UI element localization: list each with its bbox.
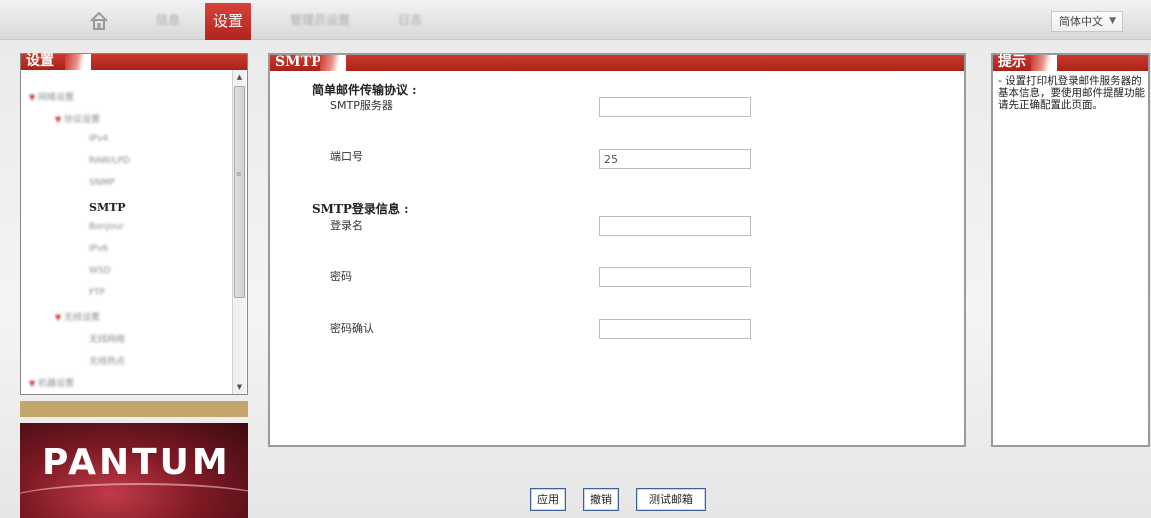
scroll-grip-icon: ≡ <box>236 170 242 178</box>
tree-item-bonjour[interactable]: Bonjour <box>89 222 124 232</box>
smtp-login-heading: SMTP登录信息 : <box>312 202 409 216</box>
scroll-up-arrow-icon[interactable]: ▲ <box>233 70 246 84</box>
settings-panel-title: 设置 <box>26 53 54 69</box>
gold-divider-bar <box>20 401 248 417</box>
login-name-label: 登录名 <box>330 219 363 232</box>
tree-item-wsd[interactable]: WSD <box>89 266 111 276</box>
tree-item-ipv6[interactable]: IPv6 <box>89 244 108 254</box>
language-select[interactable]: 简体中文 ▼ <box>1051 11 1123 32</box>
tree-item-protocol[interactable]: ▼ 协议设置 <box>55 112 100 125</box>
port-label: 端口号 <box>330 150 363 163</box>
logo-swoosh <box>20 483 248 518</box>
smtp-panel-title: SMTP <box>275 54 322 70</box>
help-panel-title: 提示 <box>998 54 1026 70</box>
tree-item-wireless-hotspot[interactable]: 无线热点 <box>89 354 125 367</box>
help-panel-header: 提示 <box>993 54 1148 71</box>
smtp-server-label: SMTP服务器 <box>330 99 393 112</box>
expand-triangle-icon: ▼ <box>29 379 36 388</box>
logo-wordmark: PANTUM <box>42 442 231 483</box>
password-input[interactable] <box>599 267 751 287</box>
tab-info[interactable]: 信息 <box>146 8 190 32</box>
header-curl-decoration <box>320 55 346 71</box>
port-input[interactable] <box>599 149 751 169</box>
home-icon[interactable] <box>90 12 108 30</box>
smtp-settings-panel: SMTP 简单邮件传输协议 : SMTP服务器 端口号 SMTP登录信息 : 登… <box>268 53 966 447</box>
pantum-logo: PANTUM <box>20 423 248 518</box>
header-curl-decoration <box>65 54 91 70</box>
tab-admin-settings[interactable]: 管理员设置 <box>278 8 362 32</box>
tree-item-network[interactable]: ▼ 网络设置 <box>29 90 74 103</box>
tab-settings[interactable]: 设置 <box>205 3 251 40</box>
scroll-down-arrow-icon[interactable]: ▼ <box>233 380 246 394</box>
apply-button[interactable]: 应用 <box>530 488 566 511</box>
settings-tree-panel: 设置 ▼ 网络设置 ▼ 协议设置 IPv4 RAW/LPD SNMP SMTP … <box>20 53 248 395</box>
tab-log[interactable]: 日志 <box>395 8 425 32</box>
tree-item-wireless-network[interactable]: 无线网络 <box>89 332 125 345</box>
settings-panel-header: 设置 <box>21 53 247 70</box>
smtp-protocol-heading: 简单邮件传输协议 : <box>312 83 417 97</box>
cancel-button[interactable]: 撤销 <box>583 488 619 511</box>
smtp-server-input[interactable] <box>599 97 751 117</box>
test-mail-button[interactable]: 测试邮箱 <box>636 488 706 511</box>
tree-item-machine[interactable]: ▼ 机器设置 <box>29 376 74 389</box>
language-value: 简体中文 <box>1059 15 1103 28</box>
tree-item-ftp[interactable]: FTP <box>89 288 105 298</box>
dropdown-arrow-icon: ▼ <box>1109 16 1116 26</box>
top-nav-bar: 信息 设置 管理员设置 日志 简体中文 ▼ <box>0 0 1151 40</box>
header-curl-decoration <box>1031 55 1057 71</box>
expand-triangle-icon: ▼ <box>55 115 62 124</box>
password-label: 密码 <box>330 270 352 283</box>
tree-item-raw-lpd[interactable]: RAW/LPD <box>89 156 130 166</box>
smtp-panel-header: SMTP <box>270 54 964 71</box>
login-name-input[interactable] <box>599 216 751 236</box>
expand-triangle-icon: ▼ <box>55 313 62 322</box>
help-text: - 设置打印机登录邮件服务器的基本信息，要使用邮件提醒功能请先正确配置此页面。 <box>998 75 1145 111</box>
help-panel: 提示 - 设置打印机登录邮件服务器的基本信息，要使用邮件提醒功能请先正确配置此页… <box>991 53 1150 447</box>
tree-item-wireless[interactable]: ▼ 无线设置 <box>55 310 100 323</box>
settings-tree: ▼ 网络设置 ▼ 协议设置 IPv4 RAW/LPD SNMP SMTP Bon… <box>27 70 233 392</box>
tree-scrollbar[interactable]: ▲ ≡ ▼ <box>232 70 246 394</box>
expand-triangle-icon: ▼ <box>29 93 36 102</box>
tree-item-smtp[interactable]: SMTP <box>89 201 126 214</box>
tree-item-ipv4[interactable]: IPv4 <box>89 134 108 144</box>
scrollbar-thumb[interactable] <box>234 86 245 298</box>
password-confirm-label: 密码确认 <box>330 322 374 335</box>
tree-item-snmp[interactable]: SNMP <box>89 178 115 188</box>
password-confirm-input[interactable] <box>599 319 751 339</box>
